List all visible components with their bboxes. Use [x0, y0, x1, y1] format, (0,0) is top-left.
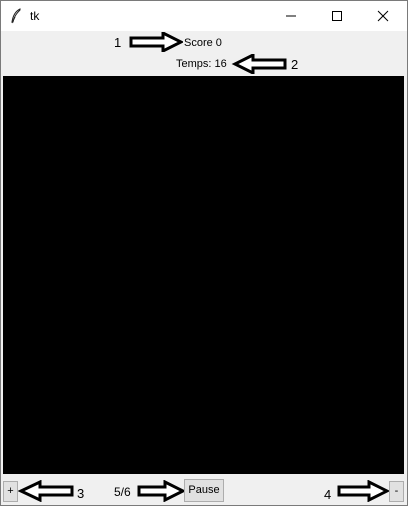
right-arrow-icon — [137, 480, 185, 502]
close-button[interactable] — [360, 1, 406, 31]
annotation-marker-2: 2 — [291, 57, 299, 72]
level-indicator: 5/6 — [114, 485, 131, 499]
close-icon — [377, 10, 389, 22]
left-arrow-icon — [18, 480, 74, 502]
annotation-marker-4: 4 — [324, 487, 332, 502]
minimize-button[interactable] — [268, 1, 314, 31]
annotation-marker-3: 3 — [77, 486, 85, 501]
left-arrow-icon — [231, 54, 287, 74]
maximize-icon — [332, 11, 342, 21]
annotation-marker-1: 1 — [114, 35, 122, 50]
timer-label: Temps: 16 — [176, 58, 227, 70]
right-arrow-icon — [337, 480, 389, 502]
right-arrow-icon — [129, 32, 183, 52]
speed-up-button[interactable]: + — [3, 481, 18, 502]
title-bar[interactable]: tk — [1, 1, 407, 31]
window-title: tk — [30, 9, 40, 23]
game-canvas[interactable] — [3, 76, 404, 474]
pause-button[interactable]: Pause — [184, 479, 224, 502]
app-window: tk 1 Score 0 Temps: 16 2 + 3 5/6 Pause 4… — [0, 0, 408, 506]
maximize-button[interactable] — [314, 1, 360, 31]
score-label: Score 0 — [184, 37, 222, 49]
feather-icon — [10, 8, 22, 24]
minimize-icon — [286, 15, 296, 17]
slow-down-button[interactable]: - — [389, 481, 404, 502]
